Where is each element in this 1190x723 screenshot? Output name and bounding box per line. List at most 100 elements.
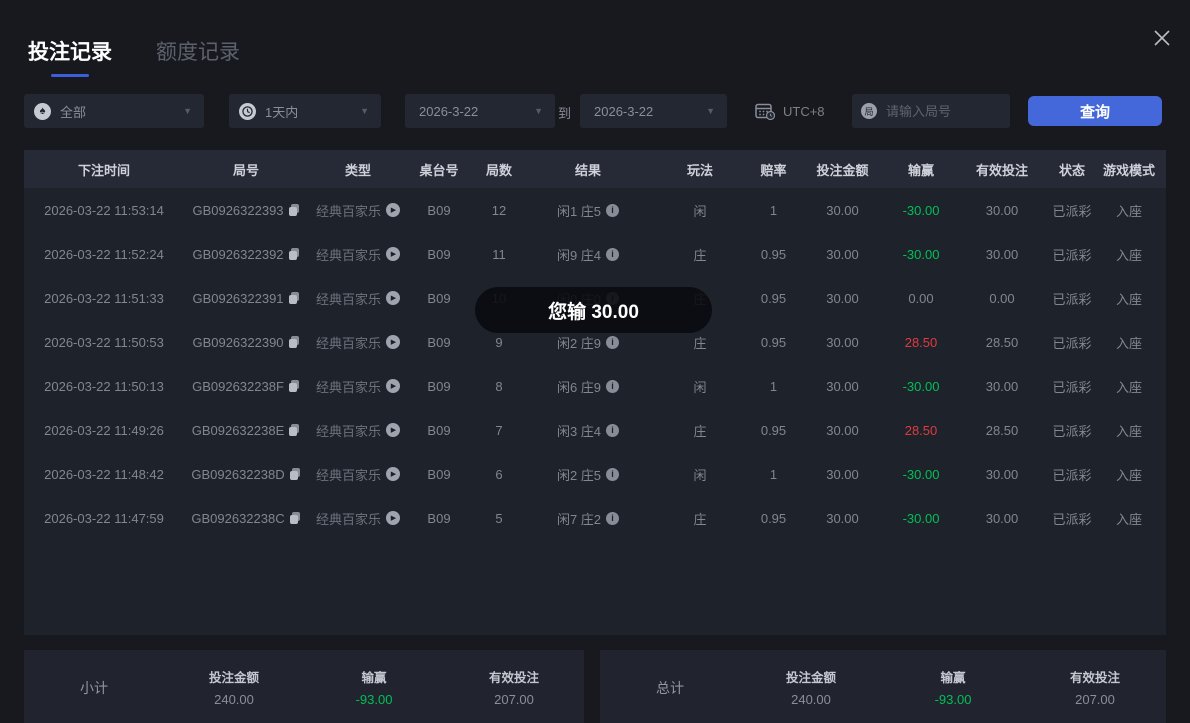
play-type-cell: 庄 xyxy=(693,247,707,263)
bet-amount-cell: 30.00 xyxy=(826,246,859,262)
bet-amount-cell: 30.00 xyxy=(826,334,859,350)
subtotal-panel: 小计 投注金额 240.00 输赢 -93.00 有效投注 207.00 xyxy=(24,650,584,723)
column-header: 状态 xyxy=(1058,162,1085,178)
subtotal-valid-bet: 有效投注 207.00 xyxy=(488,671,539,707)
table-row: 2026-03-22 11:49:26 GB092632238E 经典百家乐 ▶… xyxy=(24,408,1166,452)
game-mode-cell: 入座 xyxy=(1115,247,1142,263)
table-no-cell: B09 xyxy=(427,246,451,262)
game-type-cell: 经典百家乐 ▶ xyxy=(308,289,408,308)
game-mode-cell: 入座 xyxy=(1115,291,1142,307)
loss-toast: 您输 30.00 xyxy=(475,287,712,333)
game-type-cell: 经典百家乐 ▶ xyxy=(308,201,408,220)
info-icon[interactable]: i xyxy=(606,247,620,261)
column-header: 玩法 xyxy=(686,162,713,178)
round-no-cell: 8 xyxy=(495,378,503,394)
play-video-icon[interactable]: ▶ xyxy=(386,247,400,261)
tab-quota-records[interactable]: 额度记录 xyxy=(156,36,240,77)
winloss-cell: -30.00 xyxy=(902,510,940,526)
play-video-icon[interactable]: ▶ xyxy=(386,379,400,393)
info-icon[interactable]: i xyxy=(606,423,620,437)
column-header: 输赢 xyxy=(907,162,934,178)
game-type-cell: 经典百家乐 ▶ xyxy=(308,245,408,264)
status-cell: 已派彩 xyxy=(1052,247,1092,263)
date-from-value: 2026-3-22 xyxy=(419,103,479,119)
valid-bet-cell: 30.00 xyxy=(985,378,1019,394)
round-id-cell: GB092632238C xyxy=(184,511,308,526)
copy-icon[interactable] xyxy=(289,512,301,524)
date-from-select[interactable]: 2026-3-22 ▼ xyxy=(405,94,555,128)
round-id-cell: GB0926322392 xyxy=(184,247,308,262)
play-video-icon[interactable]: ▶ xyxy=(386,467,400,481)
column-header: 下注时间 xyxy=(77,162,130,178)
tab-bet-records[interactable]: 投注记录 xyxy=(28,36,112,77)
result-cell: 闲3 庄4 i xyxy=(528,421,648,440)
info-icon[interactable]: i xyxy=(606,467,620,481)
copy-icon[interactable] xyxy=(288,204,300,216)
result-cell: 闲2 庄9 i xyxy=(528,333,648,352)
play-type-cell: 闲 xyxy=(693,379,707,395)
copy-icon[interactable] xyxy=(288,292,300,304)
date-to-select[interactable]: 2026-3-22 ▼ xyxy=(580,94,727,128)
table-no-cell: B09 xyxy=(427,422,451,438)
play-video-icon[interactable]: ▶ xyxy=(386,335,400,349)
table-no-cell: B09 xyxy=(427,202,451,218)
status-cell: 已派彩 xyxy=(1052,511,1092,527)
odds-cell: 0.95 xyxy=(760,246,787,262)
total-label: 总计 xyxy=(656,680,684,696)
table-body: 2026-03-22 11:53:14 GB0926322393 经典百家乐 ▶… xyxy=(24,188,1166,540)
bet-time-cell: 2026-03-22 11:48:42 xyxy=(44,466,164,482)
copy-icon[interactable] xyxy=(289,424,300,436)
copy-icon[interactable] xyxy=(289,468,301,480)
query-button[interactable]: 查询 xyxy=(1028,96,1162,126)
status-cell: 已派彩 xyxy=(1052,203,1092,219)
round-no-cell: 7 xyxy=(495,422,503,438)
result-cell: 闲7 庄2 i xyxy=(528,509,648,528)
info-icon[interactable]: i xyxy=(606,511,620,525)
odds-cell: 1 xyxy=(769,466,778,482)
column-header: 结果 xyxy=(574,162,601,178)
play-type-cell: 庄 xyxy=(693,335,707,351)
close-button[interactable] xyxy=(1148,24,1176,52)
table-no-cell: B09 xyxy=(427,378,451,394)
copy-icon[interactable] xyxy=(288,380,300,392)
subtotal-winloss: 输赢 -93.00 xyxy=(355,671,393,707)
info-icon[interactable]: i xyxy=(606,335,620,349)
round-icon: 局 xyxy=(861,103,877,119)
copy-icon[interactable] xyxy=(288,248,300,260)
copy-icon[interactable] xyxy=(288,336,300,348)
status-cell: 已派彩 xyxy=(1052,335,1092,351)
play-video-icon[interactable]: ▶ xyxy=(386,203,400,217)
column-header: 投注金额 xyxy=(816,162,869,178)
info-icon[interactable]: i xyxy=(606,379,620,393)
valid-bet-cell: 28.50 xyxy=(985,334,1019,350)
play-type-cell: 闲 xyxy=(693,203,707,219)
info-icon[interactable]: i xyxy=(606,203,620,217)
table-row: 2026-03-22 11:48:42 GB092632238D 经典百家乐 ▶… xyxy=(24,452,1166,496)
column-header: 有效投注 xyxy=(975,162,1028,178)
game-mode-cell: 入座 xyxy=(1115,379,1142,395)
round-no-cell: 11 xyxy=(492,246,506,262)
table-row: 2026-03-22 11:50:13 GB092632238F 经典百家乐 ▶… xyxy=(24,364,1166,408)
tab-label: 投注记录 xyxy=(28,41,112,64)
bet-amount-cell: 30.00 xyxy=(826,378,859,394)
status-cell: 已派彩 xyxy=(1052,423,1092,439)
result-cell: 闲6 庄9 i xyxy=(528,377,648,396)
chevron-down-icon: ▼ xyxy=(706,106,715,116)
close-icon xyxy=(1154,30,1170,46)
column-header: 类型 xyxy=(344,162,371,178)
column-header: 游戏模式 xyxy=(1102,162,1155,178)
round-id-cell: GB092632238E xyxy=(184,423,308,438)
game-type-cell: 经典百家乐 ▶ xyxy=(308,421,408,440)
time-range-select[interactable]: 1天内 ▼ xyxy=(229,94,381,128)
bet-time-cell: 2026-03-22 11:52:24 xyxy=(44,246,164,262)
round-id-cell: GB0926322393 xyxy=(184,203,308,218)
play-video-icon[interactable]: ▶ xyxy=(386,423,400,437)
winloss-cell: -30.00 xyxy=(902,466,940,482)
subtotal-label: 小计 xyxy=(80,680,108,696)
calendar-clock-icon xyxy=(755,103,775,120)
play-type-cell: 庄 xyxy=(693,511,707,527)
game-type-select[interactable]: ♠ 全部 ▼ xyxy=(24,94,204,128)
play-video-icon[interactable]: ▶ xyxy=(386,291,400,305)
result-cell: 闲1 庄5 i xyxy=(528,201,648,220)
play-video-icon[interactable]: ▶ xyxy=(386,511,400,525)
